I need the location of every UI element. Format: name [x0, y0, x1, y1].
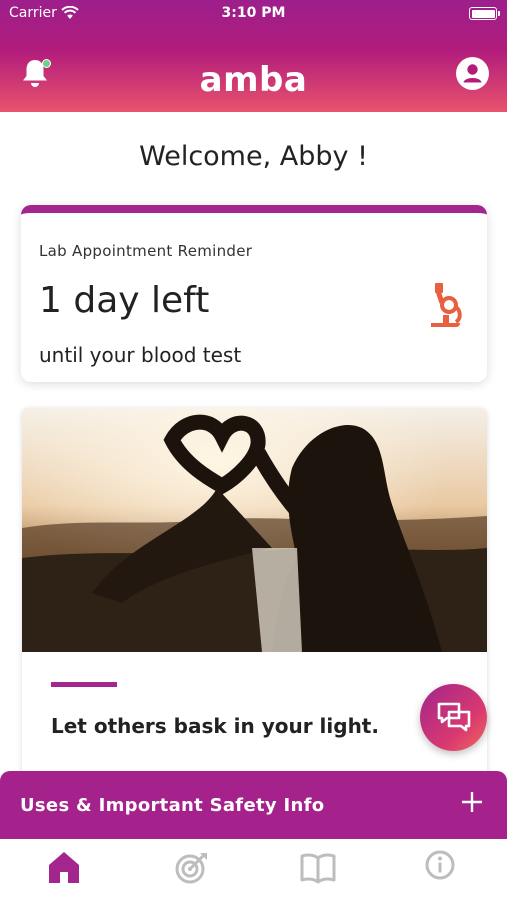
inspiration-card[interactable]: Let others bask in your light. [22, 408, 487, 788]
reminder-subtitle: until your blood test [39, 343, 242, 367]
info-icon [425, 850, 455, 880]
app-header: Carrier 3:10 PM amba [0, 0, 507, 112]
microscope-icon [431, 283, 462, 327]
status-bar: Carrier 3:10 PM [0, 0, 507, 28]
chat-button[interactable] [420, 684, 487, 751]
plus-icon[interactable] [461, 791, 483, 813]
lab-reminder-card[interactable]: Lab Appointment Reminder 1 day left unti… [21, 205, 487, 382]
home-icon [49, 852, 79, 883]
tab-library[interactable] [298, 847, 338, 887]
book-icon [300, 853, 336, 884]
safety-info-bar[interactable]: Uses & Important Safety Info [0, 771, 507, 839]
app-logo: amba [199, 60, 308, 100]
bottom-tab-bar [0, 839, 507, 900]
accent-divider [51, 682, 117, 687]
tab-home[interactable] [44, 847, 84, 887]
safety-info-label: Uses & Important Safety Info [20, 795, 325, 816]
tab-info[interactable] [420, 847, 460, 887]
target-icon [175, 853, 207, 884]
battery-icon [469, 7, 500, 20]
inspiration-quote: Let others bask in your light. [51, 714, 379, 738]
chat-bubbles-icon [437, 702, 471, 732]
tab-goals[interactable] [170, 847, 210, 887]
hero-photo [22, 408, 487, 652]
profile-icon[interactable] [456, 57, 489, 90]
countdown-text: 1 day left [39, 280, 210, 321]
welcome-heading: Welcome, Abby ! [139, 141, 368, 172]
clock: 3:10 PM [221, 5, 286, 21]
reminder-label: Lab Appointment Reminder [39, 242, 253, 260]
